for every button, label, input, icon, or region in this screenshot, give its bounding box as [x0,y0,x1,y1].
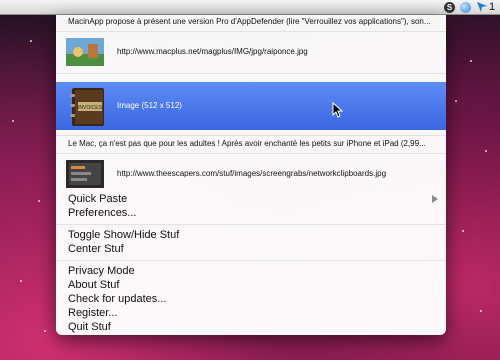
svg-text:INVOICES: INVOICES [78,105,103,111]
preferences-menu-item[interactable]: Preferences... [68,207,136,219]
about-stuf-menu-item[interactable]: About Stuf [68,279,119,291]
submenu-arrow-icon [432,195,438,203]
stuf-arrow-icon[interactable] [476,1,488,13]
register-menu-item[interactable]: Register... [68,307,118,319]
clip-item-selected[interactable]: INVOICES Image (512 x 512) [56,82,446,130]
s-status-icon[interactable]: S [444,2,455,13]
center-stuf-menu-item[interactable]: Center Stuf [68,243,124,255]
separator [56,153,446,154]
menu-bar: S 1 [0,0,500,15]
privacy-mode-menu-item[interactable]: Privacy Mode [68,265,135,277]
globe-status-icon[interactable] [460,2,471,13]
clip-thumbnail-3[interactable] [66,160,104,188]
clip-text-1[interactable]: MacinApp propose à présent une version P… [68,17,431,26]
separator [56,260,446,261]
separator [56,31,446,32]
toggle-show-hide-menu-item[interactable]: Toggle Show/Hide Stuf [68,229,179,241]
quick-paste-menu-item[interactable]: Quick Paste [68,193,127,205]
clip-text-2[interactable]: Le Mac, ça n'est pas que pour les adulte… [68,139,426,148]
quit-stuf-menu-item[interactable]: Quit Stuf [68,321,111,333]
separator [56,135,446,136]
stuf-dropdown-menu: MacinApp propose à présent une version P… [56,15,446,335]
clip-url-1[interactable]: http://www.macplus.net/magplus/IMG/jpg/r… [117,47,308,56]
separator [56,224,446,225]
separator [56,73,446,74]
invoices-book-icon: INVOICES [70,88,104,126]
clip-url-3[interactable]: http://www.theescapers.com/stuf/images/s… [117,169,386,178]
selected-clip-label: Image (512 x 512) [117,101,182,110]
clip-thumbnail-1[interactable] [66,38,104,66]
mouse-pointer-icon [332,102,344,118]
status-count: 1 [489,1,496,13]
check-updates-menu-item[interactable]: Check for updates... [68,293,166,305]
